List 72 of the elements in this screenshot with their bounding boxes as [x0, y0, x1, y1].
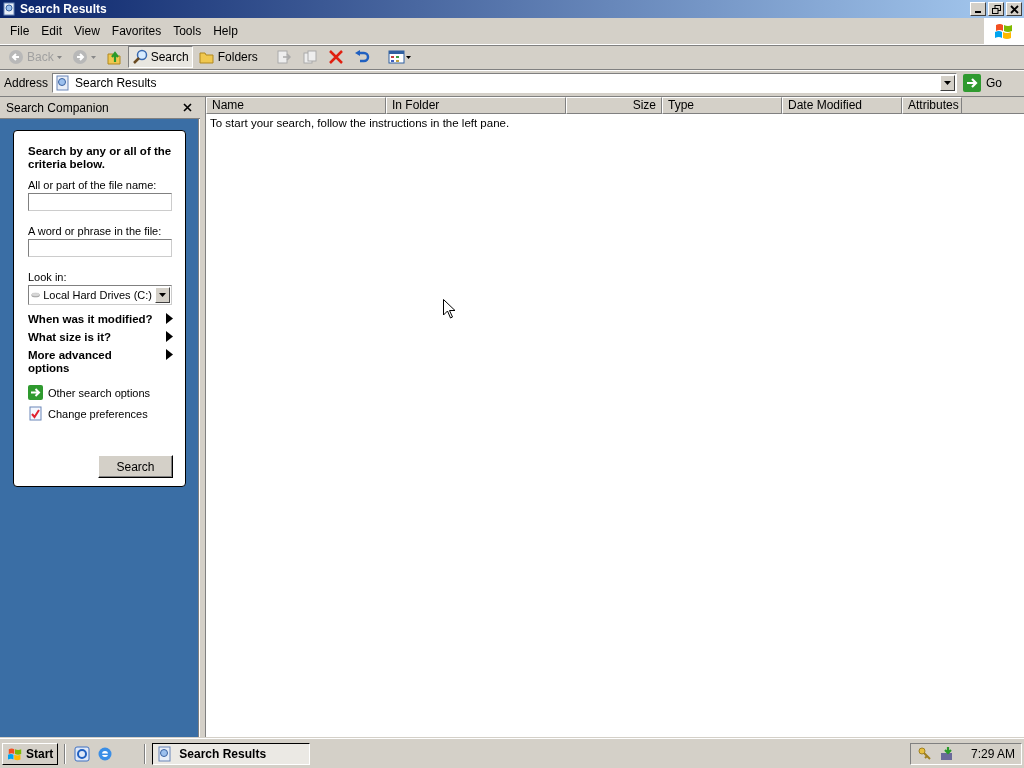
browser-icon[interactable]	[97, 745, 114, 762]
taskbar-button[interactable]: Search Results	[152, 742, 311, 765]
folders-button[interactable]: Folders	[194, 46, 262, 68]
option-link[interactable]: Change preferences	[28, 406, 173, 421]
window-title: Search Results	[20, 2, 107, 16]
menu-item[interactable]: Favorites	[105, 22, 168, 40]
windows-logo	[7, 746, 23, 761]
clock: 7:29 AM	[970, 746, 1015, 761]
go-button[interactable]: Go	[961, 74, 1022, 92]
close-icon	[1009, 4, 1019, 14]
search-page-icon	[157, 745, 174, 762]
menu-item[interactable]: Edit	[35, 22, 69, 40]
folder-up-icon	[105, 49, 122, 65]
caret-icon	[90, 55, 96, 59]
field-label: A word or phrase in the file:	[28, 225, 163, 237]
hard-drive-icon	[31, 290, 41, 300]
column-header[interactable]: Size	[566, 97, 662, 114]
caret-icon	[159, 293, 166, 297]
caret-icon	[944, 81, 951, 85]
option-link[interactable]: Other search options	[28, 385, 173, 400]
menu-item[interactable]: View	[68, 22, 106, 40]
restore-button[interactable]	[988, 2, 1004, 16]
input-field[interactable]	[28, 239, 172, 257]
caret-icon	[56, 55, 62, 59]
section-toggle[interactable]: When was it modified?	[28, 313, 173, 326]
move-icon	[275, 49, 292, 65]
search-window-icon	[2, 2, 16, 16]
section-toggle[interactable]: What size is it?	[28, 331, 173, 344]
column-header[interactable]: Date Modified	[782, 97, 902, 114]
network-icon[interactable]	[938, 745, 955, 762]
input-field[interactable]	[28, 193, 172, 211]
search-heading: Search by any or all of the criteria below.	[28, 145, 173, 171]
copy-icon	[301, 49, 318, 65]
column-header[interactable]: Attributes	[902, 97, 962, 114]
keys-icon[interactable]	[916, 745, 933, 762]
search-icon	[131, 49, 148, 65]
pane-title: Search Companion	[6, 100, 109, 115]
address-label: Address	[4, 76, 49, 90]
dropdown-button[interactable]	[155, 287, 170, 303]
column-header[interactable]: Type	[662, 97, 782, 114]
close-icon[interactable]	[183, 103, 192, 112]
close-button[interactable]	[1006, 2, 1022, 16]
menu-item[interactable]: File	[4, 22, 36, 40]
look-in-dropdown[interactable]: Local Hard Drives (C:)	[28, 285, 172, 305]
browser-icon[interactable]	[74, 745, 91, 762]
look-in-label: Look in:	[28, 271, 68, 283]
start-button[interactable]: Start	[2, 742, 59, 765]
views-icon	[387, 49, 412, 65]
restore-icon	[991, 4, 1001, 14]
column-header[interactable]: In Folder	[386, 97, 566, 114]
column-header[interactable]: Name	[206, 97, 386, 114]
checklist-icon	[28, 406, 43, 421]
menu-item[interactable]: Tools	[167, 22, 208, 40]
menu-item[interactable]: Help	[207, 22, 244, 40]
delete-icon	[327, 49, 344, 65]
undo-icon	[353, 49, 370, 65]
triangle-icon	[166, 331, 173, 342]
empty-message: To start your search, follow the instructions in the left pane.	[210, 117, 511, 129]
triangle-icon	[166, 313, 173, 324]
dropdown-button[interactable]	[940, 75, 955, 91]
address-field[interactable]: Search Results	[52, 73, 957, 93]
search-submit-button[interactable]: Search	[98, 455, 173, 478]
mouse-pointer-icon	[443, 299, 455, 319]
minimize-button[interactable]	[970, 2, 986, 16]
arrow-icon	[963, 74, 981, 92]
triangle-icon	[166, 349, 173, 360]
arrow-icon	[28, 385, 43, 400]
folder-icon	[198, 49, 215, 65]
section-toggle[interactable]: More advanced options	[28, 349, 173, 375]
search-button[interactable]: Search	[127, 46, 193, 68]
field-label: All or part of the file name:	[28, 179, 158, 191]
search-page-icon	[55, 75, 72, 91]
